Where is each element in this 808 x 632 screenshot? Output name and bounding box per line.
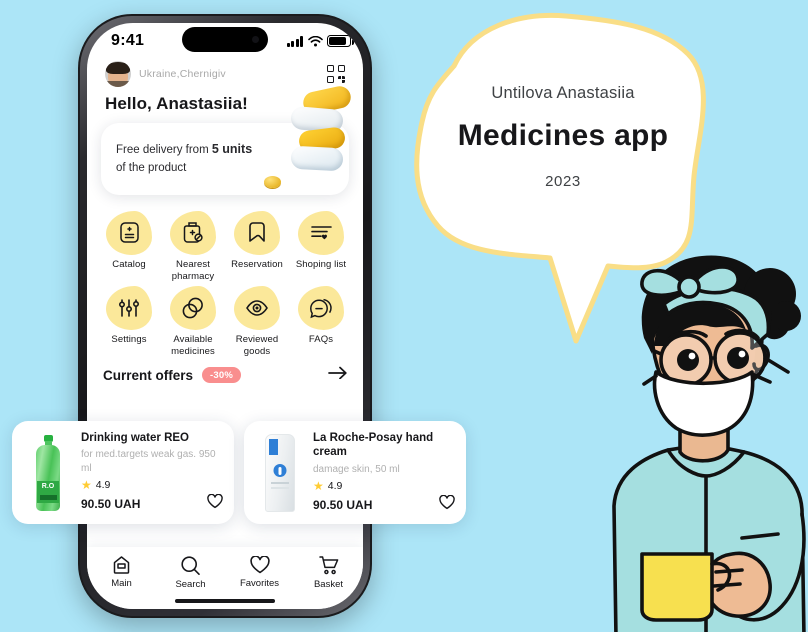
- cream-tube-image: [254, 431, 306, 515]
- promo-text: Free delivery from 5 units of the product: [116, 140, 281, 178]
- heart-outline-icon[interactable]: [439, 494, 455, 515]
- menu-label: Shoping list: [295, 258, 347, 270]
- location-label: Ukraine,Chernigiv: [139, 68, 226, 80]
- poster-title: Medicines app: [457, 119, 669, 152]
- coin-illustration: [264, 175, 281, 188]
- product-price-row: 90.50 UAH: [313, 494, 455, 515]
- poster-canvas: Untilova Anastasiia Medicines app 2023 9…: [0, 0, 808, 632]
- arrow-right-icon[interactable]: [328, 366, 347, 384]
- bookmark-icon: [234, 210, 280, 255]
- menu-item-reviewed-goods[interactable]: Reviewed goods: [225, 284, 289, 358]
- menu-label: Reviewed goods: [235, 334, 279, 358]
- product-rating: ★ 4.9: [81, 479, 223, 491]
- promo-highlight: 5 units: [211, 142, 253, 156]
- app-header: Ukraine,Chernigiv: [87, 59, 363, 87]
- avatar[interactable]: [105, 61, 131, 87]
- product-name: La Roche-Posay hand cream: [313, 432, 434, 459]
- wifi-icon: [308, 34, 323, 52]
- signal-bars-icon: [286, 36, 303, 47]
- menu-item-nearest-pharmacy[interactable]: Nearest pharmacy: [161, 209, 225, 283]
- product-card[interactable]: Drinking water REO for med.targets weak …: [12, 421, 234, 525]
- tab-main[interactable]: Main: [87, 556, 156, 589]
- qr-code-icon[interactable]: [327, 65, 345, 83]
- tab-label: Basket: [313, 579, 344, 590]
- tab-basket[interactable]: Basket: [294, 556, 363, 590]
- menu-item-shoping-list[interactable]: Shoping list: [289, 209, 353, 283]
- list-heart-icon: [298, 210, 344, 255]
- menu-item-faqs[interactable]: FAQs: [289, 284, 353, 358]
- offers-title: Current offers: [103, 367, 194, 383]
- front-camera-icon: [252, 36, 259, 43]
- product-desc: for med.targets weak gas. 950 ml: [81, 449, 216, 474]
- tab-label: Search: [175, 579, 206, 590]
- menu-item-reservation[interactable]: Reservation: [225, 209, 289, 283]
- dynamic-island: [182, 27, 268, 52]
- product-desc: damage skin, 50 ml: [313, 463, 400, 475]
- home-indicator: [175, 599, 275, 603]
- product-card[interactable]: La Roche-Posay hand cream damage skin, 5…: [244, 421, 466, 525]
- poster-year: 2023: [545, 173, 581, 190]
- battery-icon: [327, 35, 354, 47]
- tab-label: Main: [111, 578, 132, 589]
- water-bottle-image: [22, 431, 74, 515]
- bubble-text-block: Untilova Anastasiia Medicines app 2023: [398, 84, 728, 190]
- status-time: 9:41: [111, 32, 145, 49]
- product-name: Drinking water REO: [81, 432, 189, 444]
- tab-favorites[interactable]: Favorites: [225, 556, 294, 589]
- promo-text-after: of the product: [116, 161, 187, 174]
- offers-header: Current offers -30%: [87, 358, 363, 384]
- catalog-icon: [106, 210, 152, 255]
- menu-item-catalog[interactable]: Catalog: [97, 209, 161, 283]
- pharmacy-bottle-icon: [170, 210, 216, 255]
- product-price: 90.50 UAH: [81, 497, 141, 512]
- star-icon: ★: [81, 478, 92, 493]
- menu-label: Catalog: [112, 258, 146, 270]
- sliders-icon: [106, 286, 152, 331]
- menu-label: Available medicines: [171, 334, 215, 358]
- speech-bubble: Untilova Anastasiia Medicines app 2023: [398, 6, 728, 356]
- menu-label: Settings: [111, 334, 147, 346]
- product-price: 90.50 UAH: [313, 498, 373, 513]
- promo-text-before: Free delivery from: [116, 144, 212, 156]
- rating-value: 4.9: [95, 479, 111, 492]
- offers-carousel[interactable]: Drinking water REO for med.targets weak …: [12, 421, 466, 525]
- author-name: Untilova Anastasiia: [491, 84, 635, 102]
- tab-search[interactable]: Search: [156, 556, 225, 590]
- tab-label: Favorites: [239, 578, 280, 589]
- rating-value: 4.9: [327, 480, 343, 493]
- eye-icon: [234, 286, 280, 331]
- product-price-row: 90.50 UAH: [81, 494, 223, 514]
- star-icon: ★: [313, 479, 324, 494]
- chat-bubble-icon: [298, 286, 344, 331]
- status-bar: 9:41: [87, 23, 363, 59]
- menu-label: Reservation: [231, 258, 283, 270]
- menu-label: FAQs: [308, 334, 334, 346]
- status-badge: -30%: [202, 367, 241, 384]
- pills-circles-icon: [170, 286, 216, 331]
- product-rating: ★ 4.9: [313, 480, 455, 492]
- menu-label: Nearest pharmacy: [171, 258, 215, 282]
- heart-outline-icon[interactable]: [207, 494, 223, 514]
- pill-stack-illustration: [285, 84, 353, 185]
- menu-grid: Catalog Nearest pharmacy Reservation Sho…: [87, 195, 363, 359]
- promo-banner[interactable]: Free delivery from 5 units of the product: [101, 84, 353, 195]
- menu-item-settings[interactable]: Settings: [97, 284, 161, 358]
- menu-item-available-medicines[interactable]: Available medicines: [161, 284, 225, 358]
- phone-mockup: 9:41 Ukraine,Chernigiv Hello, Anastasiia…: [78, 14, 372, 618]
